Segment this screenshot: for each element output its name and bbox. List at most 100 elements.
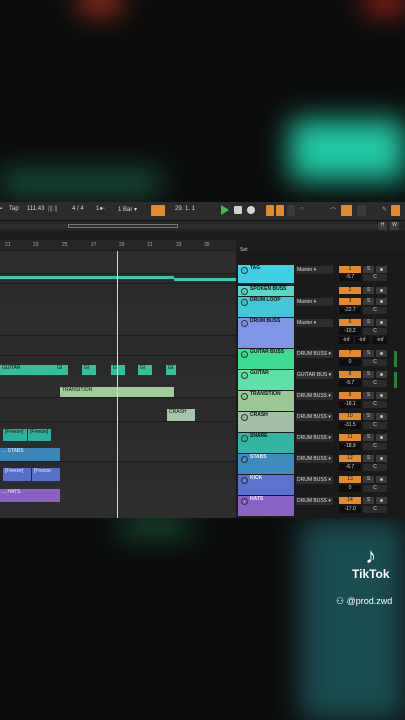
track-header-guitar-buss[interactable]: ◦ GUITAR BUSS [238, 349, 294, 369]
solo-button-transition[interactable]: S [363, 392, 374, 399]
cpu-button[interactable] [391, 205, 400, 216]
lane-tag[interactable] [0, 251, 236, 274]
volume-guitar[interactable]: -5.7 [339, 380, 361, 387]
quantize-menu[interactable]: 1 Bar ▾ [118, 206, 137, 213]
lane-guitar[interactable]: GUITAR GI GI GI GI GI [0, 355, 236, 376]
pan-guitar-buss[interactable]: C [363, 359, 387, 366]
session-record-button[interactable] [287, 205, 295, 216]
pan-drum-buss[interactable]: C [363, 328, 387, 335]
track-header-drum-loop[interactable]: ◦ DRUM LOOP [238, 297, 294, 317]
lane-guitar-buss[interactable] [0, 335, 236, 356]
route-drum-loop[interactable]: Master ▾ [296, 298, 333, 306]
solo-button-hats[interactable]: S [363, 497, 374, 504]
fold-icon[interactable]: ◦ [241, 351, 248, 358]
lane-drum-buss[interactable] [0, 305, 236, 336]
track-activator-spoken-buss[interactable]: 2 [339, 287, 361, 294]
track-header-crash[interactable]: ◦ CRASH [238, 412, 294, 432]
route-snare[interactable]: DRUM BUSS ▾ [296, 434, 333, 442]
pan-stabs[interactable]: C [363, 464, 387, 471]
arm-button-transition[interactable] [376, 392, 387, 399]
route-stabs[interactable]: DRUM BUSS ▾ [296, 455, 333, 463]
clip-kick-2[interactable]: [Freeze [32, 468, 60, 481]
solo-button-snare[interactable]: S [363, 434, 374, 441]
draw-mode-icon[interactable]: ⌒ [330, 206, 336, 215]
volume-hats[interactable]: -17.0 [339, 506, 361, 513]
solo-button-guitar[interactable]: S [363, 371, 374, 378]
arm-button-snare[interactable] [376, 434, 387, 441]
track-header-tag[interactable]: ◦ TAG [238, 265, 294, 283]
solo-button-stabs[interactable]: S [363, 455, 374, 462]
pan-guitar[interactable]: C [363, 380, 387, 387]
solo-button-kick[interactable]: S [363, 476, 374, 483]
arm-button-guitar-buss[interactable] [376, 350, 387, 357]
route-drum-buss[interactable]: Master ▾ [296, 319, 333, 327]
volume-crash[interactable]: -31.5 [339, 422, 361, 429]
tempo-field[interactable]: 111.43 [27, 206, 44, 212]
loop-icon[interactable]: ○ [300, 206, 304, 212]
overview-viewport[interactable] [68, 224, 178, 228]
fold-icon[interactable]: ◦ [241, 267, 248, 274]
pan-tag[interactable]: C [363, 274, 387, 281]
pan-transition[interactable]: C [363, 401, 387, 408]
clip-spoken[interactable] [0, 276, 174, 279]
volume-snare[interactable]: -18.9 [339, 443, 361, 450]
clip-crash[interactable]: CRASH [167, 409, 195, 421]
playhead[interactable] [117, 251, 118, 518]
bar-ruler[interactable]: 21 23 25 27 29 31 33 35 [0, 240, 236, 250]
arm-button-guitar[interactable] [376, 371, 387, 378]
lane-snare[interactable]: [Freeze] [Freeze] [0, 421, 236, 442]
overview-strip[interactable] [0, 224, 380, 228]
solo-button-drum-loop[interactable]: S [363, 298, 374, 305]
automation-arm-button[interactable] [276, 205, 284, 216]
route-guitar[interactable]: GUITAR BUS ▾ [296, 371, 333, 379]
track-activator-crash[interactable]: 10 [339, 413, 361, 420]
stop-icon[interactable] [234, 206, 242, 214]
clip-kick-1[interactable]: [Freeze] [3, 468, 31, 481]
track-header-stabs[interactable]: ◦ STABS [238, 454, 294, 474]
track-header-transition[interactable]: ◦ TRANSITION [238, 391, 294, 411]
track-activator-transition[interactable]: 9 [339, 392, 361, 399]
follow-button[interactable] [151, 205, 165, 216]
track-header-guitar[interactable]: ◦ GUITAR [238, 370, 294, 390]
arrangement-view[interactable]: GUITAR GI GI GI GI GI TRANSITION CRASH [… [0, 251, 236, 518]
pan-hats[interactable]: C [363, 506, 387, 513]
track-activator-hats[interactable]: 14 [339, 497, 361, 504]
metronome-icon[interactable]: 1●◦ [96, 206, 105, 212]
pan-crash[interactable]: C [363, 422, 387, 429]
volume-drum-buss[interactable]: -10.2 [339, 328, 361, 335]
track-header-snare[interactable]: ◦ SNARE [238, 433, 294, 453]
volume-transition[interactable]: -18.1 [339, 401, 361, 408]
track-header-spoken-buss[interactable]: ◦ SPOKEN BUSS [238, 286, 294, 296]
track-activator-drum-loop[interactable]: 3 [339, 298, 361, 305]
arm-button-drum-loop[interactable] [376, 298, 387, 305]
arm-button-crash[interactable] [376, 413, 387, 420]
fold-icon[interactable]: ◦ [241, 498, 248, 505]
lane-transition[interactable]: TRANSITION [0, 375, 236, 398]
fold-icon[interactable]: ◦ [241, 372, 248, 379]
route-tag[interactable]: Master ▾ [296, 266, 333, 274]
track-activator-tag[interactable]: 1 [339, 266, 361, 273]
pan-kick[interactable]: C [363, 485, 387, 492]
time-signature-field[interactable]: 4 / 4 [72, 206, 84, 212]
fold-icon[interactable]: ◦ [241, 477, 248, 484]
position-field[interactable]: 29. 1. 1 [175, 206, 195, 212]
arm-button-kick[interactable] [376, 476, 387, 483]
volume-kick[interactable]: 0 [339, 485, 361, 492]
overdub-button[interactable] [266, 205, 274, 216]
w-button[interactable]: W [390, 222, 399, 230]
clip-snare-2[interactable]: [Freeze] [28, 429, 51, 441]
arm-button-stabs[interactable] [376, 455, 387, 462]
route-guitar-buss[interactable]: DRUM BUSS ▾ [296, 350, 333, 358]
solo-button-tag[interactable]: S [363, 266, 374, 273]
clip-snare-1[interactable]: [Freeze] [3, 429, 27, 441]
volume-guitar-buss[interactable]: 0 [339, 359, 361, 366]
volume-tag[interactable]: -5.7 [339, 274, 361, 281]
fold-icon[interactable]: ◦ [241, 456, 248, 463]
clip-stabs[interactable]: ... STABS [0, 448, 60, 461]
pencil-icon[interactable]: ✎ [382, 206, 387, 213]
solo-button-guitar-buss[interactable]: S [363, 350, 374, 357]
nudge-icon[interactable]: ||| || [48, 206, 57, 212]
clip-spoken-2[interactable] [174, 278, 236, 281]
track-header-kick[interactable]: ◦ KICK [238, 475, 294, 495]
lane-drum-loop[interactable] [0, 283, 236, 306]
